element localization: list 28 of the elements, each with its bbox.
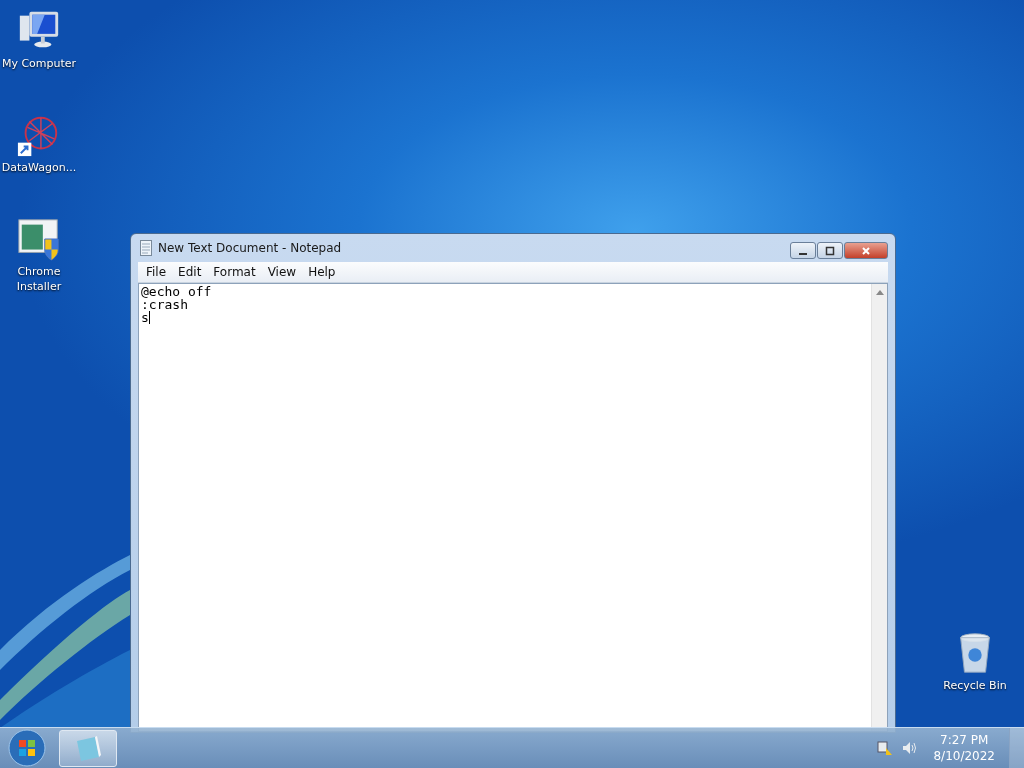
- menu-item[interactable]: Format: [207, 265, 262, 279]
- menu-item[interactable]: File: [140, 265, 173, 279]
- maximize-icon: [825, 245, 835, 256]
- desktop-icon-label[interactable]: Chrome Installer: [0, 264, 78, 294]
- text-line: s: [141, 311, 149, 324]
- window-title: New Text Document - Notepad: [158, 241, 342, 255]
- menu-item[interactable]: Help: [302, 265, 342, 279]
- notepad-icon: [140, 240, 152, 256]
- menu-item[interactable]: Edit: [172, 265, 208, 279]
- clock-date: 8/10/2022: [933, 748, 995, 764]
- close-icon: [861, 245, 871, 256]
- close-button[interactable]: [844, 242, 888, 259]
- text-line: @echo off: [141, 285, 212, 298]
- maximize-button[interactable]: [817, 242, 843, 259]
- network-warning-icon[interactable]: [877, 740, 894, 756]
- clock-time: 7:27 PM: [940, 732, 989, 748]
- installer-icon[interactable]: [16, 216, 62, 262]
- desktop-icon-label[interactable]: Recycle Bin: [943, 678, 1007, 693]
- minimize-button[interactable]: [790, 242, 816, 259]
- desktop-icon-label[interactable]: My Computer: [1, 56, 77, 71]
- desktop-icon-label[interactable]: DataWagon...: [1, 160, 77, 175]
- speaker-icon[interactable]: [901, 740, 918, 756]
- start-button[interactable]: [7, 728, 47, 768]
- menu-item[interactable]: View: [261, 265, 303, 279]
- text-line: :crash: [141, 298, 188, 311]
- minimize-icon: [799, 252, 807, 255]
- text-cursor: [148, 311, 150, 324]
- scroll-up-icon[interactable]: [875, 290, 884, 295]
